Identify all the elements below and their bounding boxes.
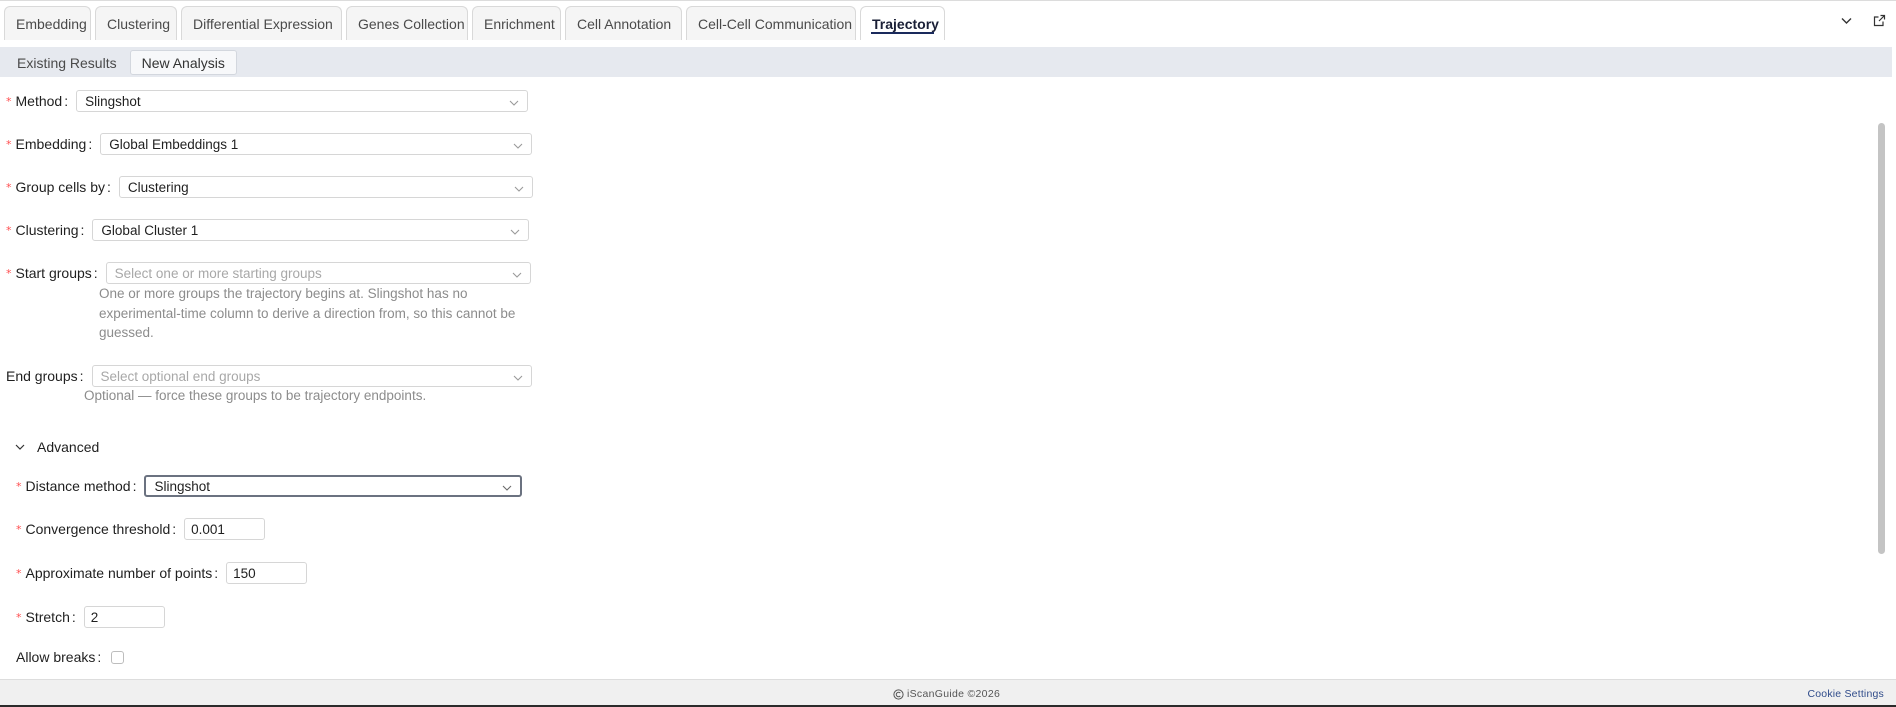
advanced-label: Advanced bbox=[37, 439, 100, 455]
external-link-icon[interactable] bbox=[1873, 14, 1886, 27]
clustering-value: Global Cluster 1 bbox=[101, 222, 199, 238]
embedding-select[interactable]: Global Embeddings 1 bbox=[100, 133, 533, 155]
start-groups-row: * Start groups: Select one or more start… bbox=[6, 262, 531, 284]
subtab-label: Existing Results bbox=[17, 54, 117, 71]
tab-enrichment[interactable]: Enrichment bbox=[472, 6, 561, 40]
points-row: * Approximate number of points: 150 bbox=[16, 562, 308, 584]
scrollbar-thumb[interactable] bbox=[1878, 123, 1885, 554]
chevron-down-icon bbox=[513, 371, 523, 386]
tab-trajectory[interactable]: Trajectory bbox=[860, 6, 945, 40]
tab-label: Embedding bbox=[16, 15, 87, 32]
tab-label: Clustering bbox=[107, 15, 171, 32]
chevron-down-icon bbox=[510, 225, 520, 240]
advanced-toggle[interactable]: Advanced bbox=[15, 439, 99, 455]
embedding-value: Global Embeddings 1 bbox=[109, 136, 239, 152]
tab-label: Trajectory bbox=[872, 15, 939, 32]
group-by-label: Group cells by bbox=[15, 179, 105, 195]
required-marker: * bbox=[16, 522, 22, 536]
end-groups-help: Optional — force these groups to be traj… bbox=[84, 388, 427, 403]
method-value: Slingshot bbox=[85, 93, 141, 109]
chevron-down-icon[interactable] bbox=[1840, 14, 1853, 27]
tab-label: Cell Annotation bbox=[577, 15, 672, 32]
tab-cell-annotation[interactable]: Cell Annotation bbox=[565, 6, 682, 40]
subtab-label: New Analysis bbox=[141, 54, 225, 71]
distance-method-row: * Distance method: Slingshot bbox=[16, 475, 523, 497]
subtab-existing-results[interactable]: Existing Results bbox=[6, 50, 128, 75]
chevron-down-icon bbox=[502, 481, 512, 496]
chevron-down-icon bbox=[512, 268, 522, 283]
main-tab-bar: Embedding Clustering Differential Expres… bbox=[0, 6, 945, 40]
method-select[interactable]: Slingshot bbox=[76, 90, 529, 112]
top-border bbox=[0, 0, 1896, 1]
tab-label: Genes Collection bbox=[358, 15, 465, 32]
allow-breaks-label: Allow breaks bbox=[16, 649, 96, 665]
required-marker: * bbox=[6, 180, 12, 194]
footer: iScanGuide ©2026 Cookie Settings bbox=[0, 679, 1896, 707]
tab-label: Differential Expression bbox=[193, 15, 333, 32]
help-line: experimental-time column to derive a dir… bbox=[99, 305, 516, 321]
end-groups-label: End groups bbox=[6, 368, 78, 384]
embedding-label: Embedding bbox=[15, 136, 87, 152]
tab-label: Enrichment bbox=[484, 15, 555, 32]
group-by-select[interactable]: Clustering bbox=[118, 176, 533, 198]
distance-method-select[interactable]: Slingshot bbox=[144, 475, 523, 497]
end-groups-placeholder: Select optional end groups bbox=[100, 368, 261, 384]
required-marker: * bbox=[6, 266, 12, 280]
method-label: Method bbox=[15, 93, 63, 109]
group-by-row: * Group cells by: Clustering bbox=[6, 176, 533, 198]
required-marker: * bbox=[16, 610, 22, 624]
copyright-logo-icon bbox=[893, 688, 904, 700]
clustering-row: * Clustering: Global Cluster 1 bbox=[6, 219, 530, 241]
stretch-input[interactable]: 2 bbox=[83, 606, 165, 628]
tab-genes-collection[interactable]: Genes Collection bbox=[346, 6, 468, 40]
tab-clustering[interactable]: Clustering bbox=[95, 6, 177, 40]
points-label: Approximate number of points bbox=[25, 565, 213, 581]
required-marker: * bbox=[16, 479, 22, 493]
copyright: iScanGuide ©2026 bbox=[893, 688, 1000, 700]
top-right-icons bbox=[1840, 14, 1886, 27]
tab-embedding[interactable]: Embedding bbox=[4, 6, 91, 40]
distance-method-label: Distance method bbox=[25, 478, 131, 494]
chevron-down-icon bbox=[509, 96, 519, 111]
clustering-select[interactable]: Global Cluster 1 bbox=[92, 219, 530, 241]
end-groups-select[interactable]: Select optional end groups bbox=[91, 365, 532, 387]
convergence-label: Convergence threshold bbox=[25, 521, 171, 537]
distance-method-value: Slingshot bbox=[154, 478, 210, 494]
tab-label: Cell-Cell Communication bbox=[698, 15, 853, 32]
sub-tab-bar: Existing Results New Analysis bbox=[0, 47, 1892, 77]
required-marker: * bbox=[6, 137, 12, 151]
required-marker: * bbox=[6, 94, 12, 108]
chevron-down-icon bbox=[15, 444, 25, 450]
start-groups-placeholder: Select one or more starting groups bbox=[114, 265, 322, 281]
required-marker: * bbox=[16, 566, 22, 580]
embedding-row: * Embedding: Global Embeddings 1 bbox=[6, 133, 533, 155]
allow-breaks-row: Allow breaks: bbox=[16, 649, 125, 665]
required-marker: * bbox=[6, 223, 12, 237]
start-groups-select[interactable]: Select one or more starting groups bbox=[105, 262, 531, 284]
help-line: guessed. bbox=[99, 325, 154, 340]
start-groups-label: Start groups bbox=[15, 265, 92, 281]
method-row: * Method: Slingshot bbox=[6, 90, 529, 112]
tab-cell-cell-communication[interactable]: Cell-Cell Communication bbox=[686, 6, 856, 40]
convergence-input[interactable]: 0.001 bbox=[184, 518, 266, 540]
end-groups-row: End groups: Select optional end groups bbox=[6, 365, 532, 387]
start-groups-help: One or more groups the trajectory begins… bbox=[99, 284, 515, 343]
help-line: One or more groups the trajectory begins… bbox=[99, 286, 468, 301]
points-input[interactable]: 150 bbox=[226, 562, 308, 584]
copyright-text: iScanGuide ©2026 bbox=[907, 688, 1001, 700]
chevron-down-icon bbox=[514, 182, 524, 197]
chevron-down-icon bbox=[513, 139, 523, 154]
group-by-value: Clustering bbox=[127, 179, 189, 195]
clustering-label: Clustering bbox=[15, 222, 79, 238]
subtab-new-analysis[interactable]: New Analysis bbox=[129, 50, 237, 75]
stretch-label: Stretch bbox=[25, 609, 70, 625]
stretch-row: * Stretch: 2 bbox=[16, 606, 165, 628]
tab-differential-expression[interactable]: Differential Expression bbox=[181, 6, 342, 40]
cookie-settings-link[interactable]: Cookie Settings bbox=[1807, 688, 1884, 700]
allow-breaks-checkbox[interactable] bbox=[111, 650, 125, 664]
convergence-row: * Convergence threshold: 0.001 bbox=[16, 518, 266, 540]
